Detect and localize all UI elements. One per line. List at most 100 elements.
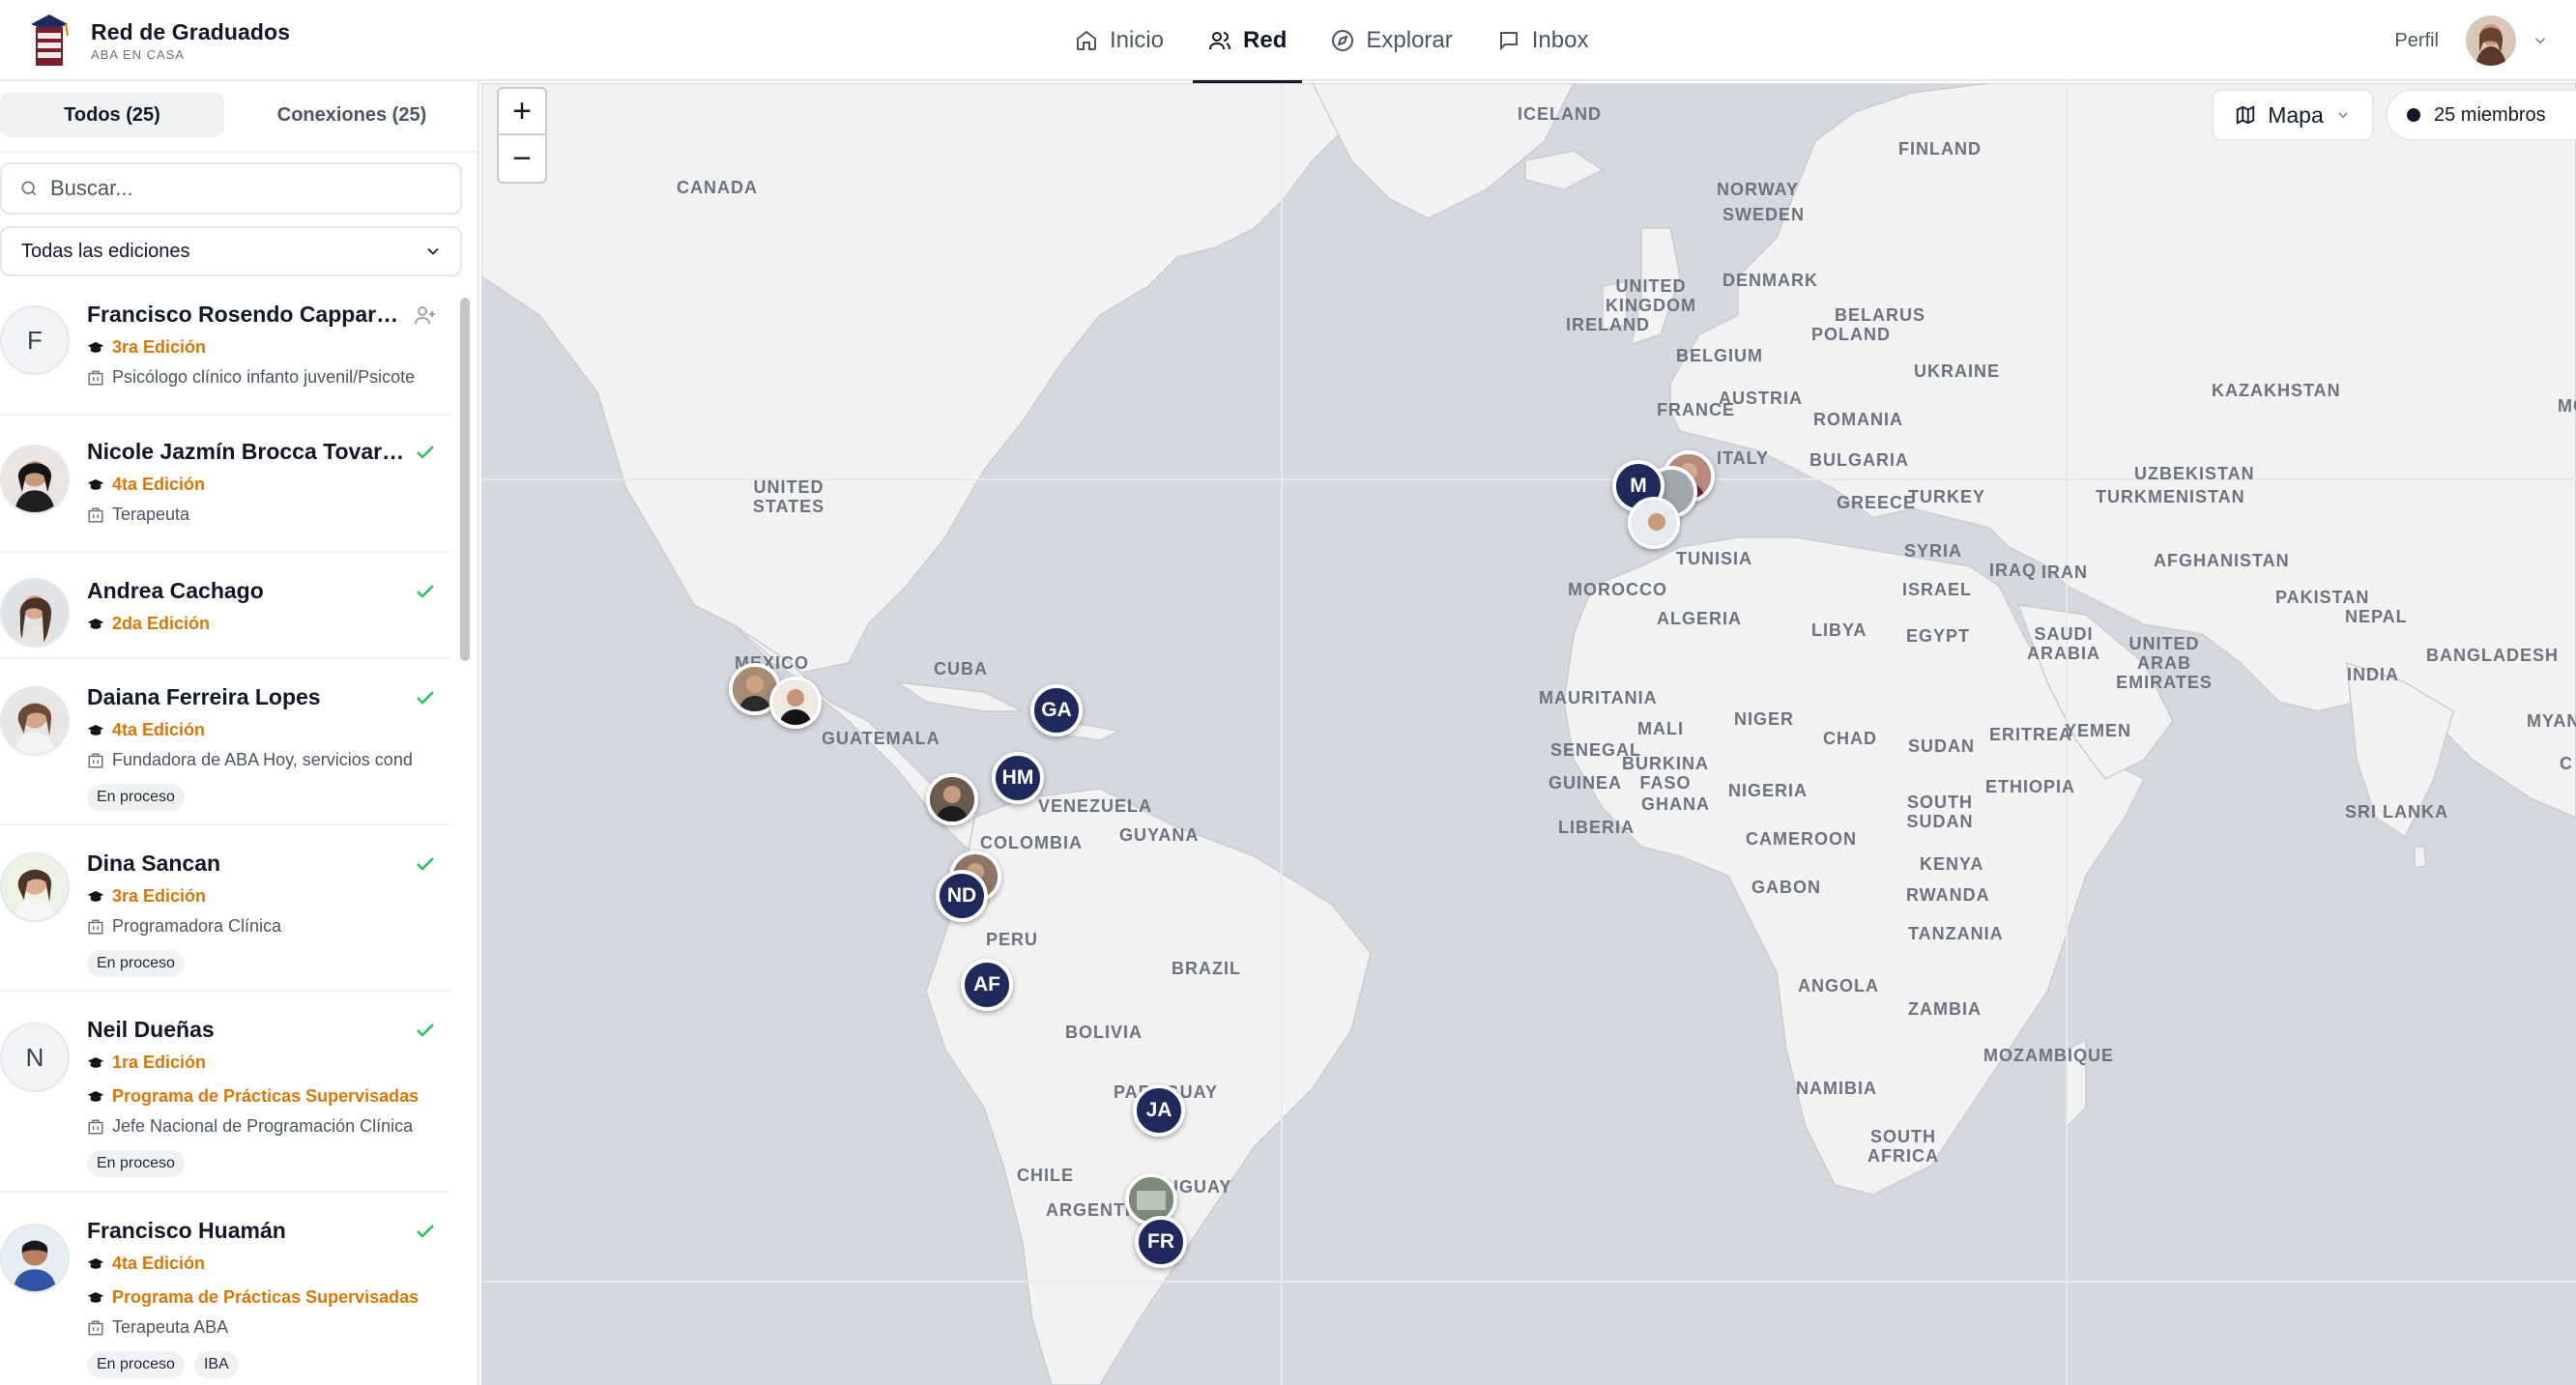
status-badge: En proceso	[87, 950, 185, 977]
map-marker[interactable]: HM	[992, 752, 1044, 804]
map-label: IRELAND	[1566, 315, 1650, 334]
map-marker[interactable]: ND	[936, 870, 988, 922]
chevron-down-icon	[2534, 38, 2546, 44]
tab-conexiones[interactable]: Conexiones (25)	[232, 93, 472, 137]
message-square-icon	[1499, 32, 1518, 51]
map-label: FINLAND	[1898, 139, 1982, 159]
map-label: TANZANIA	[1908, 924, 2004, 943]
map-label: SAUDI ARABIA	[2027, 624, 2100, 663]
tabs-divider	[0, 151, 478, 153]
iba-badge: IBA	[193, 1351, 239, 1378]
map-label: IRAQ	[1989, 561, 2037, 580]
zoom-out-button[interactable]: −	[499, 135, 545, 182]
row-divider	[0, 990, 450, 992]
map-view-label: Mapa	[2268, 101, 2324, 128]
map-label: KENYA	[1920, 854, 1984, 874]
status-dot	[2407, 108, 2420, 122]
zoom-in-button[interactable]: +	[499, 89, 545, 135]
member-name: Francisco Huamán	[87, 1218, 286, 1243]
map-marker[interactable]: JA	[1133, 1084, 1185, 1137]
map-label: IRAN	[2041, 563, 2088, 582]
map-label: NIGERIA	[1728, 781, 1809, 800]
check-icon	[417, 691, 434, 705]
nav-explorar-label: Explorar	[1366, 27, 1453, 53]
row-divider	[0, 657, 450, 659]
map-label: SRI LANKA	[2345, 802, 2448, 822]
nav-red-label: Red	[1243, 27, 1288, 53]
member-name: Daiana Ferreira Lopes	[87, 684, 321, 709]
member-program: Programa de Prácticas Supervisadas	[112, 1287, 420, 1307]
map-label: BELGIUM	[1676, 346, 1763, 365]
user-avatar[interactable]	[2466, 15, 2516, 66]
map-marker-photo[interactable]	[769, 677, 822, 729]
map-label: AFGHANISTAN	[2154, 551, 2290, 570]
map-label: CHAD	[1823, 729, 1877, 748]
map-label: LIBERIA	[1558, 818, 1635, 837]
scroll-thumb[interactable]	[460, 298, 470, 661]
edition-filter-select[interactable]: Todas las ediciones	[0, 226, 462, 276]
map-label: SUDAN	[1908, 736, 1976, 756]
nav-inicio-label: Inicio	[1110, 27, 1165, 53]
map-label: BOLIVIA	[1065, 1023, 1143, 1042]
map-label: ICELAND	[1518, 104, 1602, 124]
member-program: Programa de Prácticas Supervisadas	[112, 1086, 420, 1106]
status-badge: En proceso	[87, 1351, 185, 1378]
map-label: SOUTH SUDAN	[1906, 793, 1974, 831]
map-label: ANGOLA	[1798, 976, 1879, 995]
search-input[interactable]	[50, 176, 437, 201]
chevron-down-icon	[427, 247, 439, 255]
map-label: MOZAMBIQUE	[1983, 1046, 2114, 1065]
graduation-cap-icon	[87, 618, 104, 629]
building-icon	[88, 753, 103, 767]
app-title: Red de Graduados	[91, 19, 291, 44]
map-marker[interactable]: FR	[1135, 1216, 1187, 1268]
map-label: UNITED KINGDOM	[1606, 276, 1696, 315]
row-divider	[0, 823, 450, 825]
map-label: ETHIOPIA	[1985, 777, 2076, 796]
graduation-cap-icon	[87, 724, 104, 736]
nav-inbox-label: Inbox	[1531, 27, 1589, 53]
map-marker-photo[interactable]	[1628, 497, 1680, 549]
map-label: NEPAL	[2345, 607, 2408, 626]
map-label: ISRAEL	[1902, 580, 1973, 599]
add-user-icon[interactable]	[414, 303, 437, 327]
member-name: Neil Dueñas	[87, 1017, 215, 1042]
avatar	[0, 578, 70, 648]
chevron-down-icon	[2338, 112, 2348, 118]
map-label: ZAMBIA	[1908, 999, 1982, 1019]
map-label: MOROCCO	[1568, 580, 1667, 599]
world-map[interactable]: ICELAND FINLAND NORWAY SWEDEN CANADA UNI…	[481, 83, 2576, 1385]
search-box[interactable]	[0, 162, 462, 215]
member-edition: 2da Edición	[112, 614, 211, 633]
nav-inicio[interactable]: Inicio	[1059, 0, 1179, 81]
map-label: BRAZIL	[1172, 959, 1241, 978]
map-label: PAKISTAN	[2275, 588, 2370, 607]
check-icon	[417, 1024, 434, 1037]
list-scrollbar[interactable]	[458, 296, 472, 1385]
map-marker[interactable]: AF	[961, 959, 1013, 1011]
map-label: MAURITANIA	[1539, 688, 1658, 707]
map-label: MC	[2558, 396, 2576, 416]
avatar	[0, 1224, 70, 1293]
map-view-dropdown[interactable]: Mapa	[2212, 89, 2374, 141]
profile-menu[interactable]: Perfil	[2394, 0, 2549, 81]
nav-inbox[interactable]: Inbox	[1482, 0, 1605, 81]
graduation-cap-icon	[87, 1291, 104, 1303]
nav-red[interactable]: Red	[1193, 0, 1303, 83]
zoom-control: + −	[497, 87, 547, 184]
users-icon	[1209, 32, 1231, 50]
nav-explorar[interactable]: Explorar	[1316, 0, 1467, 81]
tab-todos[interactable]: Todos (25)	[0, 93, 224, 137]
brand[interactable]: Red de Graduados ABA EN CASA	[27, 0, 290, 81]
map-label: MYANMAR	[2527, 711, 2576, 731]
avatar	[0, 445, 70, 514]
member-name: Dina Sancan	[87, 851, 221, 876]
members-sidebar: Todos (25) Conexiones (25) Todas las edi…	[0, 81, 479, 1385]
map-marker-photo[interactable]	[926, 773, 978, 825]
map-marker[interactable]: GA	[1030, 684, 1083, 736]
member-job: Fundadora de ABA Hoy, servicios cond	[112, 750, 413, 769]
member-edition: 1ra Edición	[112, 1053, 207, 1072]
member-edition: 3ra Edición	[112, 886, 207, 906]
map-label: COLOMBIA	[980, 833, 1083, 852]
status-badge: En proceso	[87, 784, 185, 811]
